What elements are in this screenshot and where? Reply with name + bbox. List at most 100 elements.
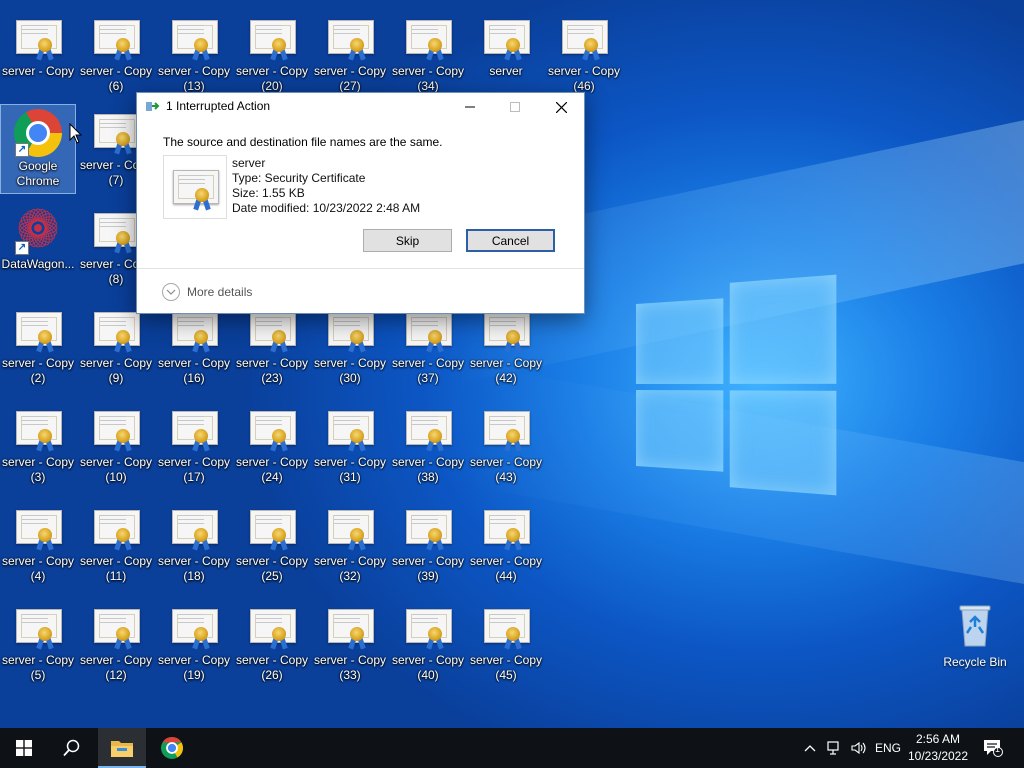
desktop-icon-c43[interactable]: server - Copy (43) <box>468 401 544 491</box>
show-hidden-icons[interactable] <box>800 728 820 768</box>
close-button[interactable] <box>538 93 584 121</box>
desktop-icon-label: server - Copy (23) <box>235 356 309 385</box>
desktop-icon-c0[interactable]: server - Copy <box>0 10 76 100</box>
cancel-button[interactable]: Cancel <box>466 229 555 252</box>
certificate-icon <box>91 108 141 156</box>
desktop-icon-c37[interactable]: server - Copy (37) <box>390 302 466 392</box>
desktop-icon-c20[interactable]: server - Copy (20) <box>234 10 310 100</box>
desktop-icon-label: server - Copy (5) <box>1 653 75 682</box>
certificate-icon <box>13 603 63 651</box>
desktop-icon-c33[interactable]: server - Copy (33) <box>312 599 388 689</box>
speaker-icon <box>851 741 866 755</box>
desktop-icon-c17[interactable]: server - Copy (17) <box>156 401 232 491</box>
desktop-icon-c16[interactable]: server - Copy (16) <box>156 302 232 392</box>
desktop-icon-c45[interactable]: server - Copy (45) <box>468 599 544 689</box>
desktop-icon-c23[interactable]: server - Copy (23) <box>234 302 310 392</box>
certificate-icon <box>91 405 141 453</box>
certificate-icon <box>247 14 297 62</box>
recycle-bin-icon-item[interactable]: Recycle Bin <box>937 600 1013 674</box>
taskbar-chrome[interactable] <box>148 728 196 768</box>
desktop-icon-label: server - Copy (9) <box>79 356 153 385</box>
desktop-icon-label: server - Copy (24) <box>235 455 309 484</box>
desktop-icon-label: server - Copy (31) <box>313 455 387 484</box>
file-date-modified: Date modified: 10/23/2022 2:48 AM <box>232 201 421 215</box>
desktop-icon-c44[interactable]: server - Copy (44) <box>468 500 544 590</box>
desktop-icon-c39[interactable]: server - Copy (39) <box>390 500 466 590</box>
certificate-icon <box>403 405 453 453</box>
certificate-icon <box>403 504 453 552</box>
desktop-icon-label: server - Copy (45) <box>469 653 543 682</box>
clock-time: 2:56 AM <box>915 732 961 746</box>
certificate-icon <box>559 14 609 62</box>
desktop-icon-c31[interactable]: server - Copy (31) <box>312 401 388 491</box>
desktop-icon-c11[interactable]: server - Copy (11) <box>78 500 154 590</box>
desktop-icon-c18[interactable]: server - Copy (18) <box>156 500 232 590</box>
desktop-icon-c38[interactable]: server - Copy (38) <box>390 401 466 491</box>
close-icon <box>555 101 567 113</box>
desktop-icon-chrome[interactable]: ↗ Google Chrome <box>0 104 76 194</box>
language-indicator[interactable]: ENG <box>873 728 903 768</box>
certificate-icon <box>247 504 297 552</box>
minimize-button[interactable] <box>447 93 493 121</box>
maximize-icon <box>510 102 520 112</box>
more-details-toggle[interactable]: More details <box>162 282 252 302</box>
desktop-icon-c4[interactable]: server - Copy (4) <box>0 500 76 590</box>
desktop-icon-label: server - Copy (43) <box>469 455 543 484</box>
desktop-icon-c3[interactable]: server - Copy (3) <box>0 401 76 491</box>
dialog-titlebar[interactable]: 1 Interrupted Action <box>137 93 584 121</box>
taskbar-clock[interactable]: 2:56 AM 10/23/2022 <box>904 731 972 765</box>
desktop-icon-label: server - Copy (6) <box>79 64 153 93</box>
desktop-icon-c5[interactable]: server - Copy (5) <box>0 599 76 689</box>
desktop-icon-c13[interactable]: server - Copy (13) <box>156 10 232 100</box>
desktop-icon-label: server - Copy (46) <box>547 64 621 93</box>
desktop-icon-label: server - Copy (40) <box>391 653 465 682</box>
chevron-up-icon <box>804 745 816 752</box>
desktop-icon-c40[interactable]: server - Copy (40) <box>390 599 466 689</box>
network-tray[interactable] <box>824 728 846 768</box>
desktop[interactable]: server - Copy server - Copy (6) server - C… <box>0 0 1024 728</box>
maximize-button[interactable] <box>492 93 538 121</box>
desktop-icon-server[interactable]: server <box>468 10 544 100</box>
desktop-icon-c46[interactable]: server - Copy (46) <box>546 10 622 100</box>
desktop-icon-label: server <box>489 64 523 78</box>
recycle-bin-icon <box>959 605 991 647</box>
interrupted-action-dialog: 1 Interrupted Action The source and dest… <box>136 92 585 314</box>
desktop-icon-c26[interactable]: server - Copy (26) <box>234 599 310 689</box>
datawagon-icon: ↗ <box>13 207 63 255</box>
taskbar-file-explorer[interactable] <box>98 728 146 768</box>
search-button[interactable] <box>48 728 96 768</box>
certificate-icon <box>91 504 141 552</box>
desktop-icon-c10[interactable]: server - Copy (10) <box>78 401 154 491</box>
certificate-icon <box>247 405 297 453</box>
search-icon <box>63 739 80 757</box>
desktop-icon-label: server - Copy (34) <box>391 64 465 93</box>
desktop-icon-label: server - Copy (38) <box>391 455 465 484</box>
certificate-icon <box>481 405 531 453</box>
start-button[interactable] <box>0 728 48 768</box>
desktop-icon-c9[interactable]: server - Copy (9) <box>78 302 154 392</box>
desktop-icon-label: server - Copy (13) <box>157 64 231 93</box>
volume-tray[interactable] <box>848 728 870 768</box>
desktop-icon-c6[interactable]: server - Copy (6) <box>78 10 154 100</box>
more-details-label: More details <box>187 285 253 299</box>
certificate-icon <box>481 603 531 651</box>
desktop-icon-c2[interactable]: server - Copy (2) <box>0 302 76 392</box>
chrome-icon: ↗ <box>13 109 63 157</box>
file-size: Size: 1.55 KB <box>232 186 305 200</box>
desktop-icon-datawagon[interactable]: ↗ DataWagon... <box>0 203 76 293</box>
desktop-icon-c12[interactable]: server - Copy (12) <box>78 599 154 689</box>
desktop-icon-c24[interactable]: server - Copy (24) <box>234 401 310 491</box>
windows-logo-wallpaper <box>636 274 837 496</box>
desktop-icon-c25[interactable]: server - Copy (25) <box>234 500 310 590</box>
desktop-icon-label: server - Copy (20) <box>235 64 309 93</box>
desktop-icon-c34[interactable]: server - Copy (34) <box>390 10 466 100</box>
desktop-icon-c42[interactable]: server - Copy (42) <box>468 302 544 392</box>
certificate-icon <box>325 405 375 453</box>
desktop-icon-c32[interactable]: server - Copy (32) <box>312 500 388 590</box>
desktop-icon-c30[interactable]: server - Copy (30) <box>312 302 388 392</box>
skip-button[interactable]: Skip <box>363 229 452 252</box>
certificate-icon <box>481 14 531 62</box>
desktop-icon-c19[interactable]: server - Copy (19) <box>156 599 232 689</box>
action-center-button[interactable]: 1 <box>978 728 1008 768</box>
desktop-icon-c27[interactable]: server - Copy (27) <box>312 10 388 100</box>
